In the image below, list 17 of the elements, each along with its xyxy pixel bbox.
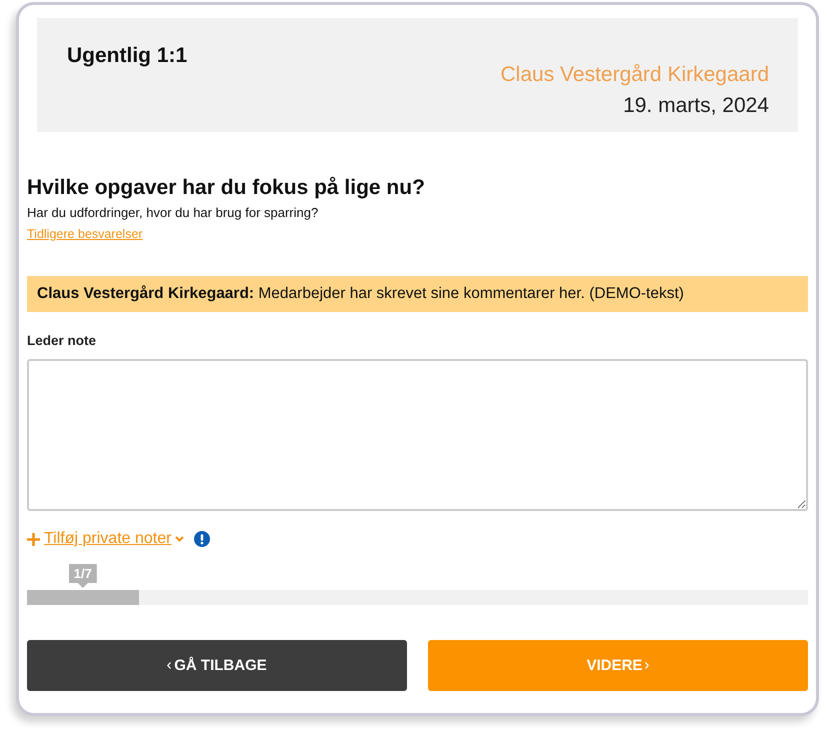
chevron-right-icon — [645, 662, 650, 669]
meeting-title: Ugentlig 1:1 — [67, 44, 188, 68]
question-subtitle: Har du udfordringer, hvor du har brug for sparring? — [27, 205, 320, 220]
next-button[interactable]: VIDERE — [428, 640, 808, 691]
meeting-date: 19. marts, 2024 — [623, 93, 769, 119]
info-icon[interactable] — [194, 531, 210, 547]
employee-comment: Claus Vestergård Kirkegaard: Medarbejder har skrevet sine kommentarer her. (DEMO-tekst) — [27, 276, 808, 312]
person-name: Claus Vestergård Kirkegaard — [500, 62, 769, 88]
plus-icon — [27, 532, 40, 546]
progress-label: 1/7 — [68, 564, 97, 588]
manager-note-field[interactable] — [27, 359, 808, 511]
add-private-notes-link[interactable]: Tilføj private noter — [27, 530, 184, 548]
back-button[interactable]: GÅ TILBAGE — [27, 640, 407, 691]
chevron-left-icon — [167, 662, 172, 669]
question-title: Hvilke opgaver har du fokus på lige nu? — [27, 176, 426, 200]
field-label: Leder note — [27, 333, 96, 348]
previous-answers-link[interactable]: Tidligere besvarelser — [27, 227, 143, 241]
